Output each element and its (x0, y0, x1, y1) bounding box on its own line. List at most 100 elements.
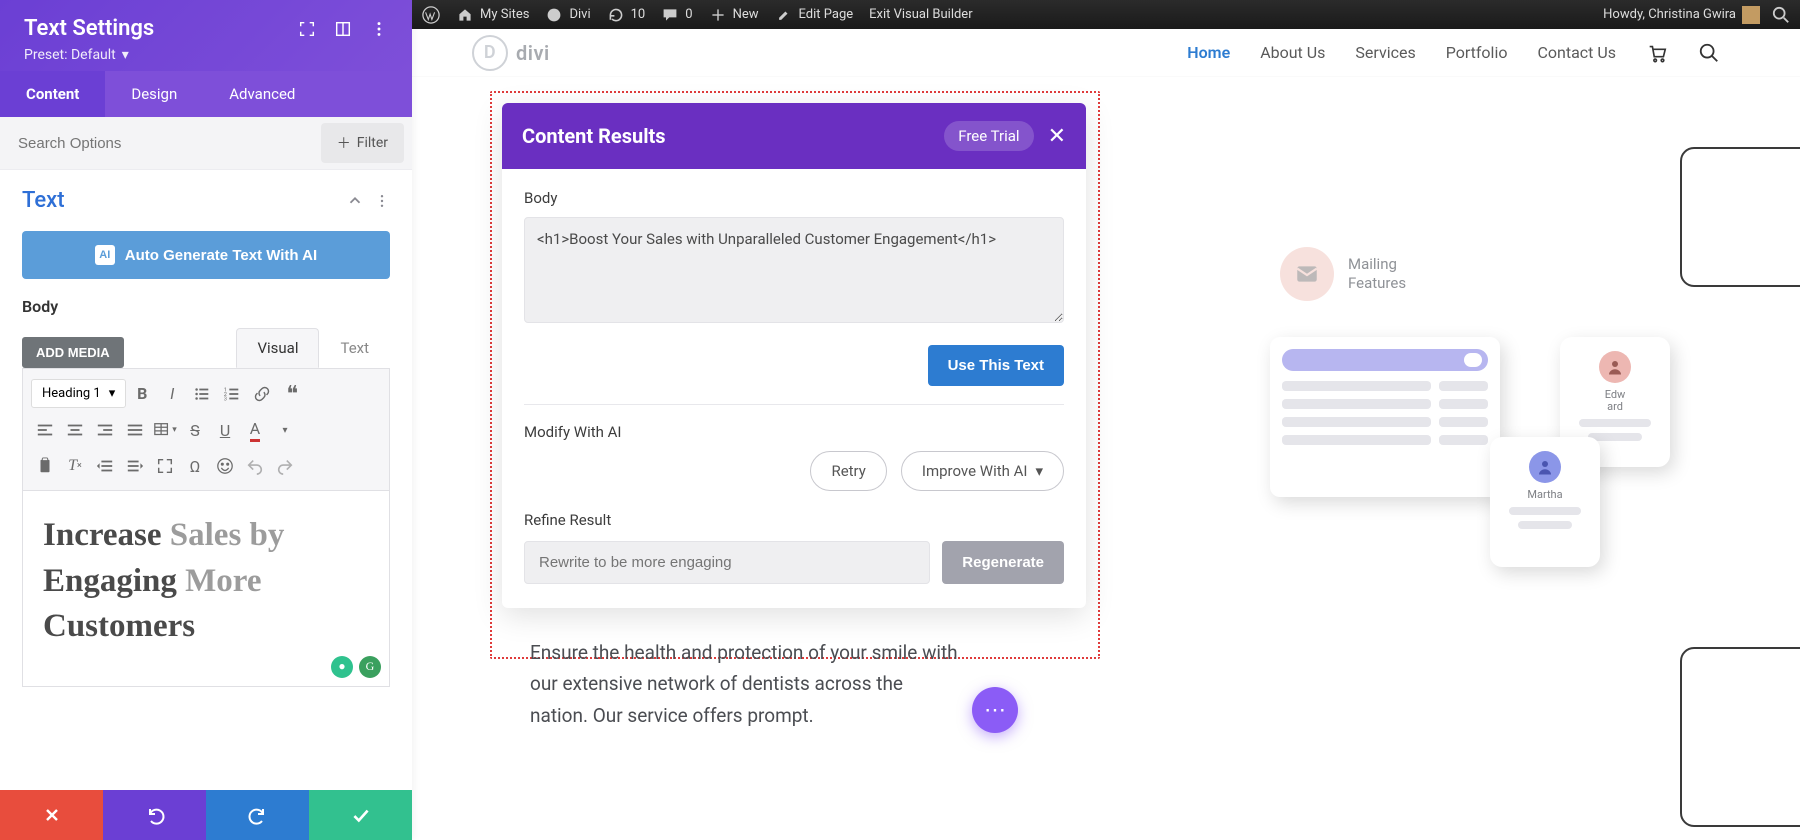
align-left-button[interactable] (31, 416, 59, 444)
person-icon (1599, 351, 1631, 383)
person-name: Martha (1527, 489, 1562, 501)
wp-admin-bar: My Sites Divi 10 0 New Edit Page Exit Vi… (412, 0, 1800, 29)
nav-services[interactable]: Services (1355, 43, 1415, 62)
edit-page-link[interactable]: Edit Page (775, 6, 854, 24)
tab-design[interactable]: Design (105, 71, 203, 117)
discard-button[interactable] (0, 790, 103, 840)
undo-action-button[interactable] (103, 790, 206, 840)
tab-content[interactable]: Content (0, 71, 105, 117)
table-button[interactable]: ▾ (151, 416, 179, 444)
refine-input[interactable] (524, 541, 930, 584)
chevron-down-icon: ▾ (109, 386, 116, 401)
exit-vb-label: Exit Visual Builder (869, 7, 972, 22)
close-icon[interactable]: ✕ (1048, 124, 1066, 149)
nav-portfolio[interactable]: Portfolio (1446, 43, 1508, 62)
new-link[interactable]: New (709, 6, 759, 24)
add-media-button[interactable]: ADD MEDIA (22, 337, 124, 368)
link-button[interactable] (248, 380, 276, 408)
align-center-button[interactable] (61, 416, 89, 444)
nav-about[interactable]: About Us (1260, 43, 1325, 62)
rich-text-editor[interactable]: Increase Sales by Engaging More Customer… (22, 491, 390, 687)
strikethrough-button[interactable]: S (181, 416, 209, 444)
fab-more-button[interactable]: ⋯ (972, 687, 1018, 733)
cart-icon[interactable] (1646, 42, 1668, 64)
align-justify-button[interactable] (121, 416, 149, 444)
site-logo[interactable]: D divi (472, 35, 550, 71)
omega-button[interactable]: Ω (181, 452, 209, 480)
rte-text: Customers (43, 608, 195, 644)
refresh-link[interactable]: 10 (607, 6, 646, 24)
editor-tab-text[interactable]: Text (319, 328, 390, 368)
nav-search-icon[interactable] (1698, 42, 1720, 64)
modal-header: Content Results Free Trial ✕ (502, 103, 1086, 169)
ul-button[interactable] (188, 380, 216, 408)
mailing-line1: Mailing (1348, 255, 1397, 273)
save-button[interactable] (309, 790, 412, 840)
pencil-icon (775, 6, 793, 24)
rte-text: More (185, 563, 261, 599)
chevron-down-icon: ▾ (1035, 462, 1043, 480)
underline-button[interactable]: U (211, 416, 239, 444)
exit-vb-link[interactable]: Exit Visual Builder (869, 7, 972, 22)
panel-actions (0, 790, 412, 840)
columns-icon[interactable] (334, 20, 352, 38)
quote-button[interactable]: ❝ (278, 380, 306, 408)
auto-generate-ai-button[interactable]: AI Auto Generate Text With AI (22, 231, 390, 279)
editor-tab-visual[interactable]: Visual (236, 328, 319, 368)
redo-action-button[interactable] (206, 790, 309, 840)
preset-label: Preset: Default (24, 47, 116, 63)
modal-body-textarea[interactable] (524, 217, 1064, 323)
divi-logo-icon: D (472, 35, 508, 71)
fullscreen-button[interactable] (151, 452, 179, 480)
text-color-button[interactable]: A (241, 416, 269, 444)
emoji-button[interactable] (211, 452, 239, 480)
comments-link[interactable]: 0 (661, 6, 692, 24)
nav-home[interactable]: Home (1187, 43, 1230, 62)
focus-icon[interactable] (298, 20, 316, 38)
refresh-count: 10 (631, 7, 646, 22)
collapse-icon[interactable] (346, 192, 364, 210)
outdent-button[interactable] (91, 452, 119, 480)
free-trial-button[interactable]: Free Trial (944, 121, 1033, 151)
search-icon (1772, 6, 1790, 24)
admin-search[interactable] (1772, 6, 1790, 24)
regenerate-button[interactable]: Regenerate (942, 541, 1064, 584)
undo-button[interactable] (241, 452, 269, 480)
rte-text: Increase (43, 517, 170, 553)
divi-link[interactable]: Divi (545, 6, 590, 24)
illus-card-2 (1680, 647, 1800, 827)
wp-logo[interactable] (422, 6, 440, 24)
retry-button[interactable]: Retry (810, 451, 886, 491)
rte-text: Sales by (170, 517, 285, 553)
list-illustration-card (1270, 337, 1500, 497)
grammarly-badge-2-icon[interactable]: G (359, 656, 381, 678)
paste-button[interactable] (31, 452, 59, 480)
heading-select[interactable]: Heading 1▾ (31, 379, 126, 408)
tab-advanced[interactable]: Advanced (203, 71, 321, 117)
plus-icon (709, 6, 727, 24)
italic-button[interactable]: I (158, 380, 186, 408)
redo-button[interactable] (271, 452, 299, 480)
clear-format-button[interactable]: T× (61, 452, 89, 480)
person-icon (1529, 451, 1561, 483)
ol-button[interactable]: 123 (218, 380, 246, 408)
howdy-link[interactable]: Howdy, Christina Gwira (1603, 6, 1760, 24)
bold-button[interactable]: B (128, 380, 156, 408)
align-right-button[interactable] (91, 416, 119, 444)
mailing-line2: Features (1348, 274, 1406, 292)
preset-selector[interactable]: Preset: Default▾ (24, 47, 388, 63)
grammarly-badge-1-icon[interactable]: ● (331, 656, 353, 678)
nav-contact[interactable]: Contact Us (1537, 43, 1616, 62)
comment-icon (661, 6, 679, 24)
filter-button[interactable]: ＋Filter (321, 123, 404, 163)
editor-mode-tabs: Visual Text (236, 328, 390, 368)
text-color-drop-button[interactable]: ▾ (271, 416, 299, 444)
my-sites-link[interactable]: My Sites (456, 6, 529, 24)
section-more-icon[interactable] (374, 193, 390, 209)
search-options-input[interactable] (0, 121, 313, 166)
indent-button[interactable] (121, 452, 149, 480)
page-canvas: D divi Home About Us Services Portfolio … (412, 29, 1800, 840)
use-this-text-button[interactable]: Use This Text (928, 345, 1064, 386)
more-icon[interactable] (370, 20, 388, 38)
improve-with-ai-button[interactable]: Improve With AI▾ (901, 451, 1064, 491)
